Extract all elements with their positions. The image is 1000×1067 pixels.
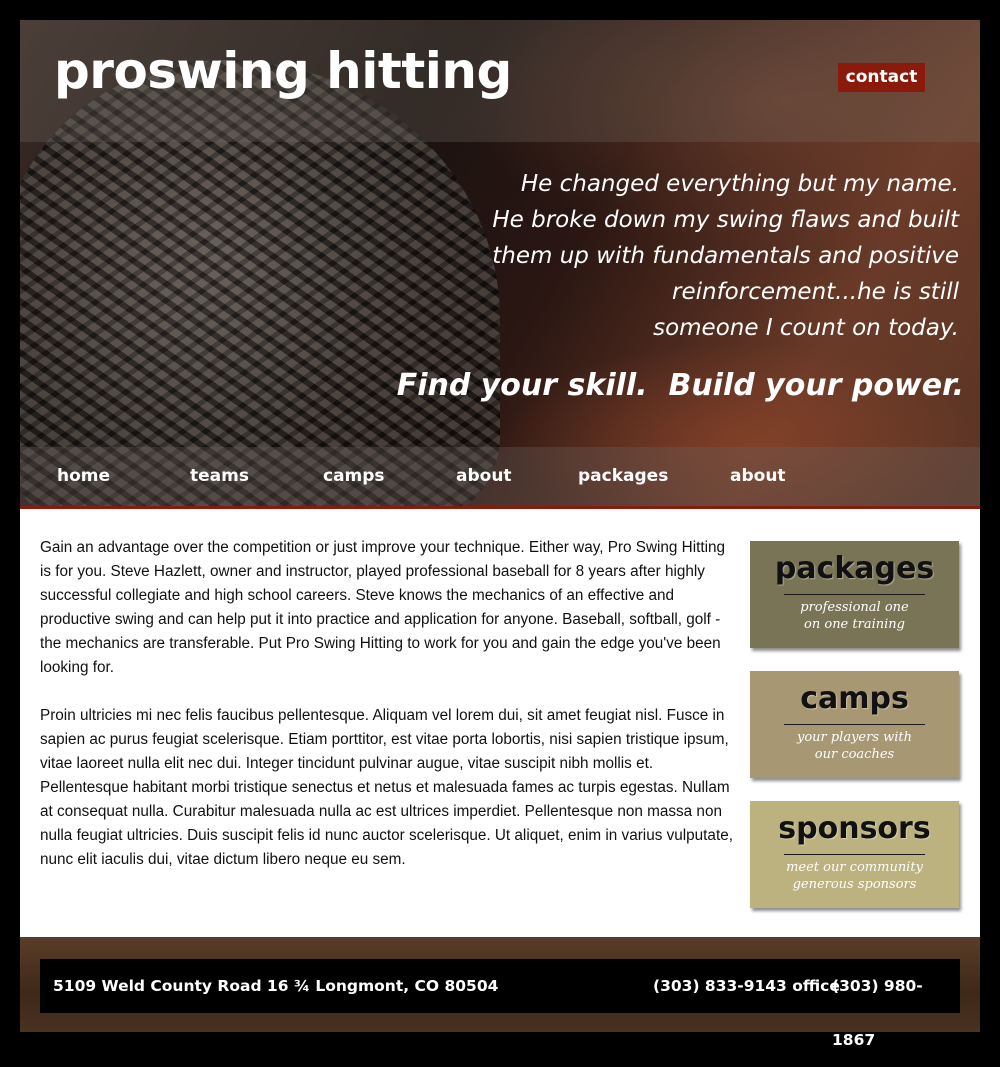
nav-item-camps[interactable]: camps <box>323 447 385 506</box>
footer-phone-other[interactable]: (303) 980-1867 <box>832 959 960 1067</box>
quote-line: someone I count on today. <box>653 315 959 341</box>
promo-description: professional one on one training <box>750 599 959 633</box>
promo-desc-line: your players with <box>796 730 913 745</box>
page: proswing hitting contact He changed ever… <box>0 0 1000 1050</box>
promo-divider <box>784 724 925 725</box>
nav-item-teams[interactable]: teams <box>190 447 249 506</box>
footer: 5109 Weld County Road 16 ¾ Longmont, CO … <box>20 937 980 1049</box>
footer-phone-office[interactable]: (303) 833-9143 office <box>653 959 840 1013</box>
quote-line: He changed everything but my name. <box>520 171 959 197</box>
tagline: Find your skill. Build your power. <box>396 368 964 403</box>
site-logo[interactable]: proswing hitting <box>54 42 512 100</box>
promo-description: meet our community generous sponsors <box>750 859 959 893</box>
nav-item-about-2[interactable]: about <box>730 447 786 506</box>
promo-divider <box>784 594 925 595</box>
promo-desc-line: meet our community <box>786 860 923 875</box>
quote-line: them up with fundamentals and positive <box>492 243 959 269</box>
intro-text: Gain an advantage over the competition o… <box>40 536 734 896</box>
main-content: Gain an advantage over the competition o… <box>20 509 980 937</box>
promo-camps[interactable]: camps your players with our coaches <box>750 671 959 778</box>
promo-divider <box>784 854 925 855</box>
promo-desc-line: generous sponsors <box>792 877 917 892</box>
main-nav: home teams camps about packages about <box>20 447 980 506</box>
promo-desc-line: on one training <box>804 617 905 632</box>
paragraph: Gain an advantage over the competition o… <box>40 539 726 676</box>
paragraph: Proin ultricies mi nec felis faucibus pe… <box>40 707 733 868</box>
contact-button[interactable]: contact <box>838 63 925 92</box>
promo-title: camps <box>800 681 909 716</box>
footer-bar: 5109 Weld County Road 16 ¾ Longmont, CO … <box>40 959 960 1049</box>
promo-title: packages <box>774 551 935 586</box>
hero-banner: proswing hitting contact He changed ever… <box>20 20 980 506</box>
promo-description: your players with our coaches <box>750 729 959 763</box>
quote-line: reinforcement...he is still <box>672 279 959 305</box>
promo-desc-line: professional one <box>800 600 909 615</box>
quote-line: He broke down my swing flaws and built <box>492 207 959 233</box>
promo-title: sponsors <box>778 811 931 846</box>
nav-item-home[interactable]: home <box>57 447 110 506</box>
promo-packages[interactable]: packages professional one on one trainin… <box>750 541 959 648</box>
nav-item-about[interactable]: about <box>456 447 512 506</box>
footer-address: 5109 Weld County Road 16 ¾ Longmont, CO … <box>53 977 499 995</box>
promo-sponsors[interactable]: sponsors meet our community generous spo… <box>750 801 959 908</box>
testimonial-quote: He changed everything but my name. He br… <box>489 166 959 346</box>
promo-desc-line: our coaches <box>814 747 895 762</box>
nav-item-packages[interactable]: packages <box>578 447 668 506</box>
